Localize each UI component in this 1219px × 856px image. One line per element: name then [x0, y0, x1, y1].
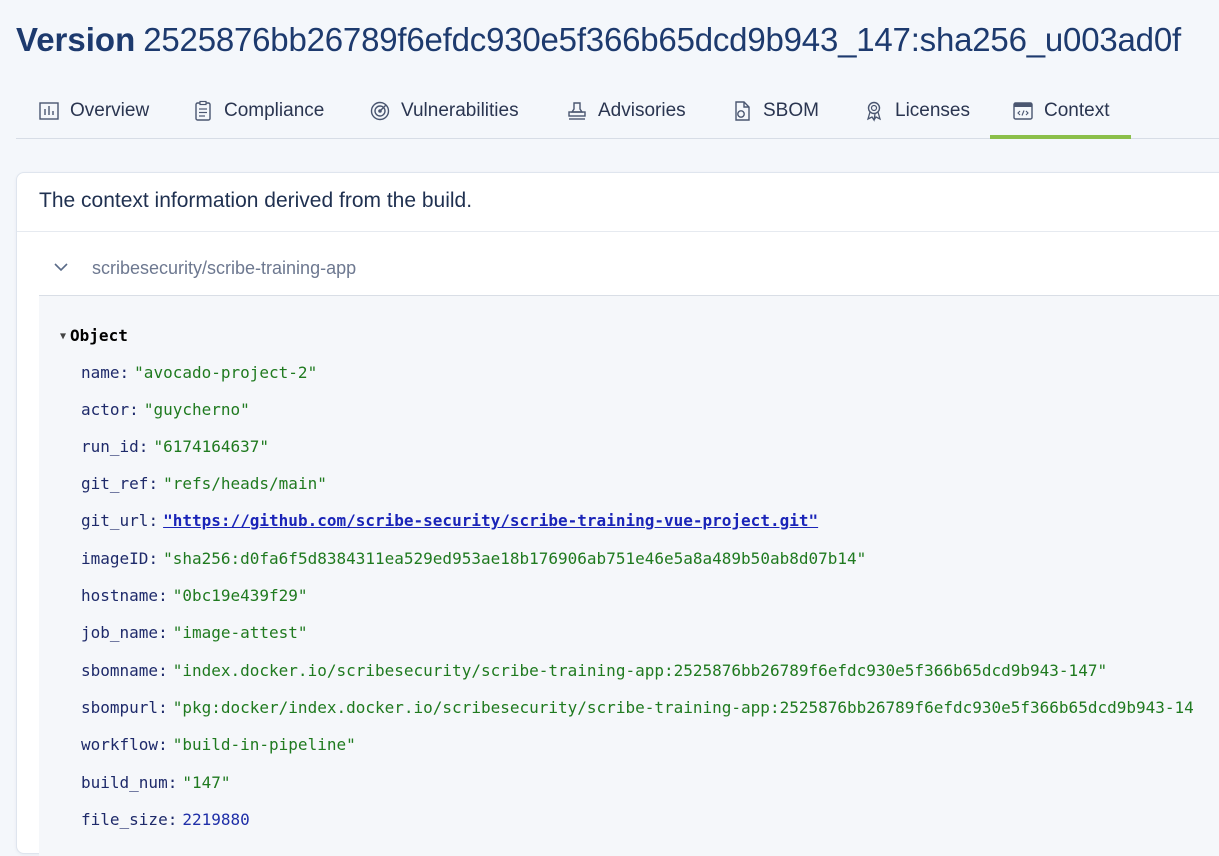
- json-key: name: [81, 363, 120, 382]
- json-key: sbompurl: [81, 698, 159, 717]
- tab-label: Overview: [70, 100, 150, 121]
- json-row: sbompurl: "pkg:docker/index.docker.io/scr…: [81, 698, 1194, 717]
- json-key: job_name: [81, 623, 159, 642]
- stamp-icon: [568, 102, 586, 120]
- tab-bar: Overview Compliance Vulnerabilities Advi…: [16, 86, 1219, 139]
- json-row: git_url: "https://github.com/scribe-secur…: [81, 511, 819, 530]
- tab-label: Compliance: [224, 100, 325, 121]
- json-value: "avocado-project-2": [134, 363, 318, 382]
- award-icon: [866, 101, 882, 122]
- json-root-label: Object: [70, 326, 128, 345]
- json-value: "image-attest": [172, 623, 308, 642]
- version-label: Version: [16, 21, 136, 58]
- json-key: sbomname: [81, 661, 159, 680]
- version-id: 2525876bb26789f6efdc930e5f366b65dcd9b943…: [143, 21, 1181, 58]
- json-value: "6174164637": [153, 437, 270, 456]
- git-url-link[interactable]: "https://github.com/scribe-security/scri…: [163, 511, 818, 530]
- json-key: actor: [81, 400, 130, 419]
- json-value: 2219880: [182, 810, 250, 829]
- tab-overview[interactable]: Overview: [38, 86, 149, 136]
- json-value: "refs/heads/main": [163, 474, 327, 493]
- tab-label: Licenses: [895, 100, 970, 121]
- tab-compliance[interactable]: Compliance: [192, 86, 324, 136]
- clipboard-icon: [195, 100, 211, 121]
- tab-advisories[interactable]: Advisories: [566, 86, 686, 136]
- json-row: run_id: "6174164637": [81, 437, 270, 456]
- context-card: The context information derived from the…: [16, 172, 1219, 856]
- json-key: build_num: [81, 773, 168, 792]
- json-value: "sha256:d0fa6f5d8384311ea529ed953ae18b17…: [163, 549, 867, 568]
- json-row: job_name: "image-attest": [81, 623, 308, 642]
- tab-context[interactable]: Context: [989, 86, 1133, 139]
- json-key: run_id: [81, 437, 139, 456]
- tab-label: Vulnerabilities: [401, 100, 519, 121]
- file-settings-icon: [735, 101, 750, 121]
- json-key: workflow: [81, 735, 159, 754]
- json-key: imageID: [81, 549, 149, 568]
- tab-vulnerabilities[interactable]: Vulnerabilities: [369, 86, 519, 136]
- tab-sbom[interactable]: SBOM: [731, 86, 819, 136]
- json-row: workflow: "build-in-pipeline": [81, 735, 356, 754]
- json-value: "index.docker.io/scribesecurity/scribe-t…: [172, 661, 1108, 680]
- tab-label: Advisories: [598, 100, 686, 121]
- json-row: file_size: 2219880: [81, 810, 250, 829]
- card-title: The context information derived from the…: [39, 189, 473, 212]
- json-value: "guycherno": [143, 400, 250, 419]
- json-value: "147": [182, 773, 231, 792]
- chevron-down-icon[interactable]: [53, 261, 69, 273]
- json-value: "0bc19e439f29": [172, 586, 308, 605]
- radar-icon: [370, 101, 390, 121]
- json-row: name: "avocado-project-2": [81, 363, 318, 382]
- json-value: "pkg:docker/index.docker.io/scribesecuri…: [172, 698, 1194, 717]
- json-key: git_ref: [81, 474, 149, 493]
- json-row: build_num: "147": [81, 773, 231, 792]
- json-value: "build-in-pipeline": [172, 735, 356, 754]
- tab-label: Context: [1044, 100, 1110, 121]
- more-options-icon[interactable]: ⋮: [1215, 18, 1219, 62]
- divider: [17, 231, 1219, 232]
- json-row: sbomname: "index.docker.io/scribesecurity…: [81, 661, 1108, 680]
- json-key: file_size: [81, 810, 168, 829]
- json-row: hostname: "0bc19e439f29": [81, 586, 308, 605]
- tab-label: SBOM: [763, 100, 819, 121]
- json-key: hostname: [81, 586, 159, 605]
- json-row: git_ref: "refs/heads/main": [81, 474, 327, 493]
- json-root-toggle[interactable]: ▼ Object: [60, 326, 128, 345]
- json-row: imageID: "sha256:d0fa6f5d8384311ea529ed95…: [81, 549, 867, 568]
- accordion-header[interactable]: scribesecurity/scribe-training-app: [39, 243, 1219, 296]
- chart-icon: [39, 102, 59, 120]
- json-row: actor: "guycherno": [81, 400, 250, 419]
- tab-licenses[interactable]: Licenses: [863, 86, 970, 136]
- page-header: Version 2525876bb26789f6efdc930e5f366b65d…: [16, 18, 1219, 62]
- accordion-title: scribesecurity/scribe-training-app: [92, 258, 357, 278]
- triangle-down-icon[interactable]: ▼: [60, 331, 66, 342]
- code-window-icon: [1013, 102, 1033, 120]
- json-key: git_url: [81, 511, 149, 530]
